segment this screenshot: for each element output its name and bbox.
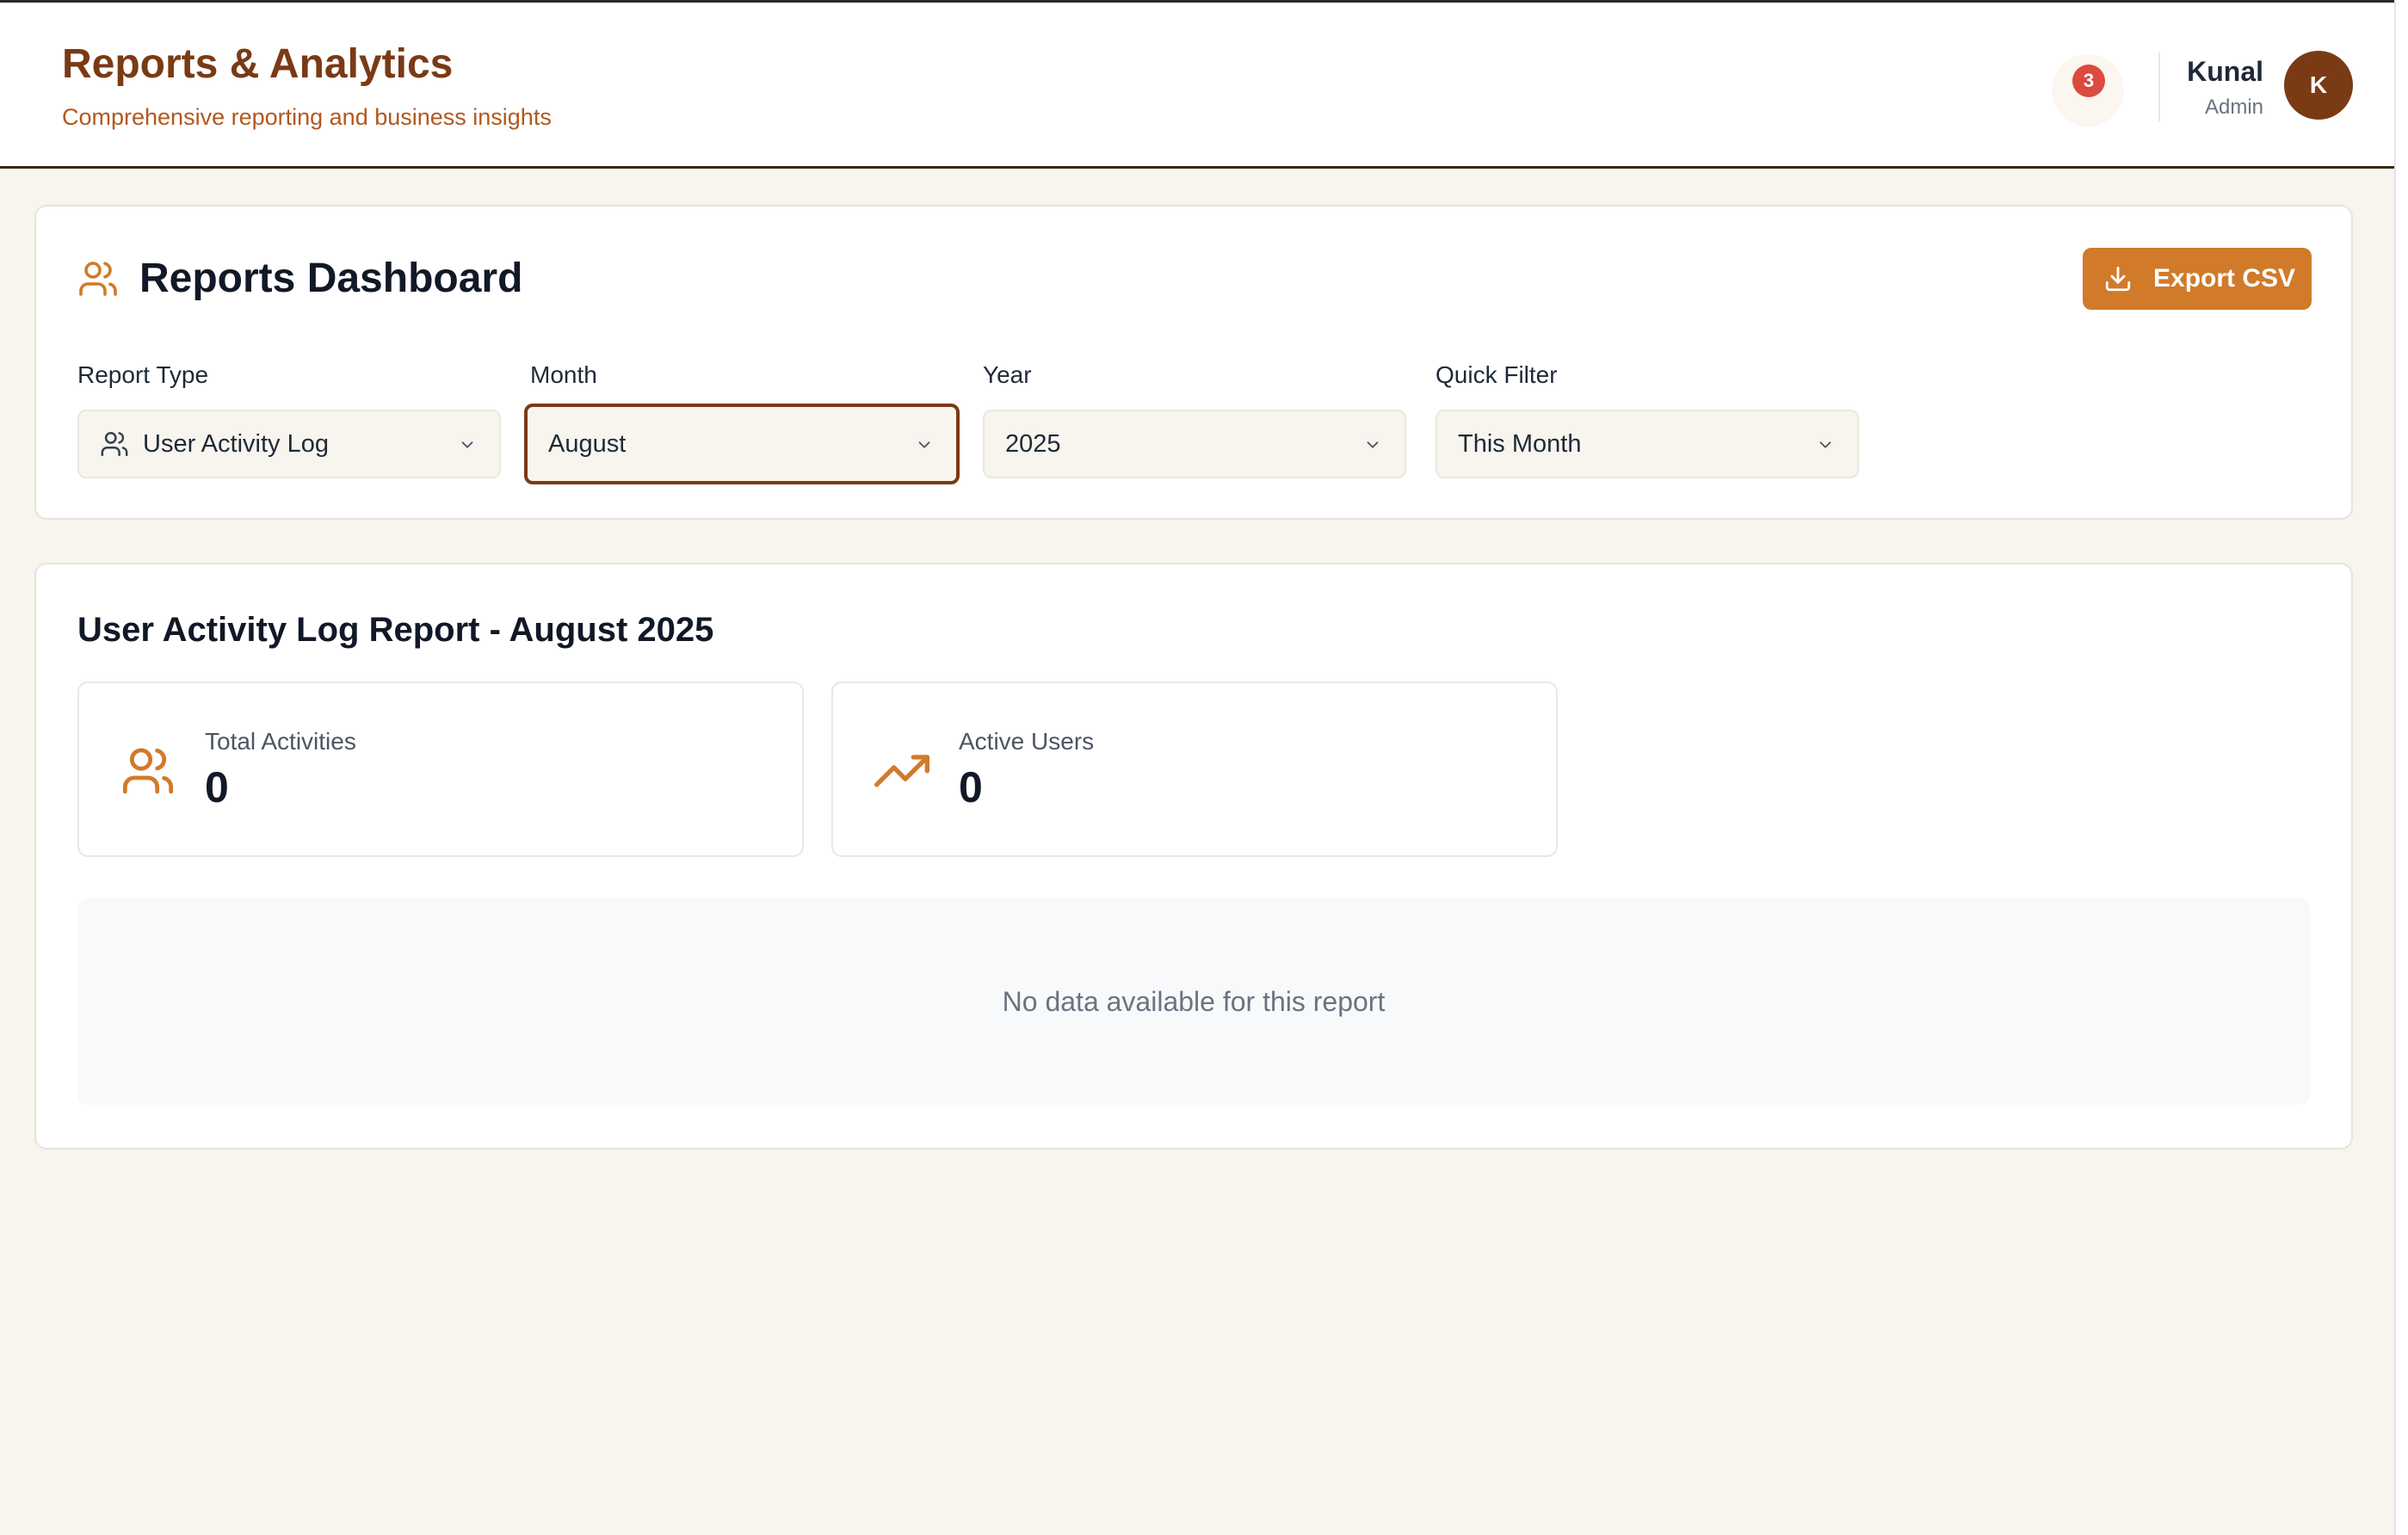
users-icon bbox=[101, 431, 128, 457]
users-icon bbox=[122, 748, 174, 794]
chevron-down-icon bbox=[918, 441, 930, 448]
quick-filter-label: Quick Filter bbox=[1436, 361, 1558, 388]
report-type-label: Report Type bbox=[77, 361, 209, 388]
empty-state-message: No data available for this report bbox=[1002, 985, 1386, 1017]
user-role: Admin bbox=[2204, 96, 2263, 119]
app-root: Reports & Analytics Comprehensive report… bbox=[0, 0, 2394, 1535]
chevron-down-icon bbox=[461, 441, 473, 448]
notification-count-badge: 3 bbox=[2072, 65, 2105, 97]
stat-card-active-users: Active Users 0 bbox=[831, 681, 1558, 857]
month-label: Month bbox=[530, 361, 597, 388]
download-icon bbox=[2105, 266, 2131, 292]
page-subtitle: Comprehensive reporting and business ins… bbox=[62, 104, 552, 130]
chevron-down-icon bbox=[1367, 441, 1379, 448]
users-icon bbox=[79, 262, 117, 296]
year-label: Year bbox=[983, 361, 1032, 388]
chevron-down-icon bbox=[1819, 441, 1831, 448]
stat-label: Total Activities bbox=[205, 728, 356, 755]
top-header: Reports & Analytics Comprehensive report… bbox=[0, 0, 2394, 169]
month-select[interactable]: August bbox=[524, 404, 960, 484]
trending-up-icon bbox=[874, 755, 929, 787]
dashboard-title: Reports Dashboard bbox=[139, 256, 523, 301]
empty-state: No data available for this report bbox=[77, 898, 2310, 1105]
year-value: 2025 bbox=[1005, 429, 1061, 458]
report-title: User Activity Log Report - August 2025 bbox=[77, 611, 714, 649]
reports-dashboard-card: Reports Dashboard Export CSV Report Type… bbox=[34, 205, 2353, 520]
report-card: User Activity Log Report - August 2025 T… bbox=[34, 563, 2353, 1150]
report-type-select[interactable]: User Activity Log bbox=[77, 410, 501, 478]
year-select[interactable]: 2025 bbox=[983, 410, 1406, 478]
report-type-value: User Activity Log bbox=[143, 429, 329, 458]
export-csv-label: Export CSV bbox=[2153, 264, 2296, 293]
quick-filter-value: This Month bbox=[1458, 429, 1582, 458]
header-divider bbox=[2158, 52, 2160, 121]
window-edge bbox=[2394, 0, 2408, 1535]
user-name: Kunal bbox=[2187, 56, 2263, 87]
export-csv-button[interactable]: Export CSV bbox=[2083, 248, 2312, 310]
quick-filter-select[interactable]: This Month bbox=[1436, 410, 1859, 478]
page-title: Reports & Analytics bbox=[62, 41, 454, 87]
user-avatar[interactable]: K bbox=[2284, 51, 2353, 120]
stat-card-total-activities: Total Activities 0 bbox=[77, 681, 804, 857]
stat-value: 0 bbox=[205, 763, 229, 811]
stat-label: Active Users bbox=[959, 728, 1095, 755]
stat-value: 0 bbox=[959, 763, 983, 811]
month-value: August bbox=[548, 429, 627, 458]
